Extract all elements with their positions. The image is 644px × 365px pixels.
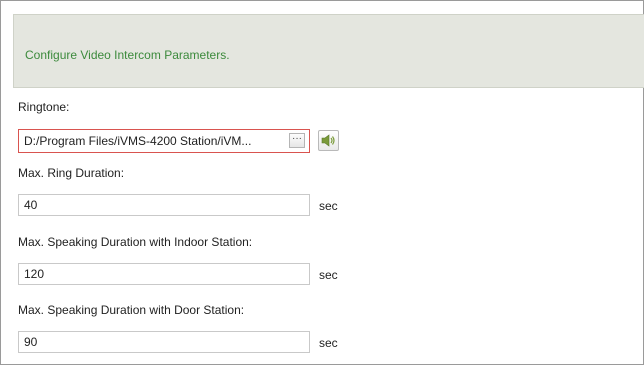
info-banner: Configure Video Intercom Parameters. [13, 14, 644, 88]
speaker-icon [321, 134, 335, 147]
browse-button[interactable]: ··· [289, 133, 305, 148]
max-ring-duration-input[interactable]: 40 [18, 194, 310, 216]
max-speaking-indoor-unit: sec [319, 268, 338, 282]
max-speaking-door-label: Max. Speaking Duration with Door Station… [18, 303, 245, 317]
ringtone-path-field[interactable]: D:/Program Files/iVMS-4200 Station/iVM..… [18, 129, 310, 153]
ringtone-path-value: D:/Program Files/iVMS-4200 Station/iVM..… [24, 134, 252, 148]
banner-text: Configure Video Intercom Parameters. [25, 48, 230, 62]
max-ring-duration-label: Max. Ring Duration: [18, 166, 125, 180]
max-speaking-door-input[interactable]: 90 [18, 331, 310, 353]
ringtone-label: Ringtone: [18, 100, 70, 114]
max-speaking-indoor-input[interactable]: 120 [18, 263, 310, 285]
max-speaking-indoor-label: Max. Speaking Duration with Indoor Stati… [18, 235, 253, 249]
max-speaking-door-unit: sec [319, 336, 338, 350]
play-ringtone-button[interactable] [318, 130, 339, 151]
settings-panel: Configure Video Intercom Parameters. Rin… [0, 0, 644, 365]
max-ring-duration-unit: sec [319, 199, 338, 213]
